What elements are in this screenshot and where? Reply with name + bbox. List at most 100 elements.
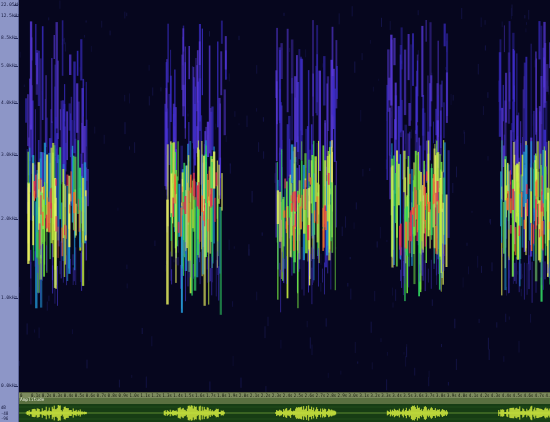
noise-mark (508, 316, 510, 320)
noise-mark (264, 326, 266, 339)
tail-mark (330, 251, 332, 290)
tail-mark (299, 240, 301, 269)
call-burst (498, 21, 550, 303)
harmonic-mark (512, 32, 515, 133)
tail-mark (402, 260, 404, 296)
harmonic-mark (64, 84, 66, 122)
peak-mark (325, 211, 327, 231)
energy-mark (324, 160, 327, 207)
harmonic-mark (538, 21, 541, 60)
harmonic-mark (412, 33, 414, 86)
peak-mark (541, 191, 543, 202)
noise-mark (71, 329, 73, 335)
waveform-canvas[interactable] (19, 404, 550, 422)
noise-mark (258, 142, 260, 152)
energy-mark (52, 152, 54, 258)
tail-mark (54, 269, 56, 304)
noise-mark (126, 264, 128, 269)
tail-mark (548, 267, 550, 278)
noise-mark (322, 63, 324, 68)
peak-mark (535, 199, 537, 230)
tail-mark (51, 243, 53, 281)
frequency-ruler[interactable]: 22.05kHz 12.5kHz 8.5kHz 5.0kHz 4.0kHz 3.0kHz 2… (0, 0, 23, 392)
harmonic-mark (507, 52, 510, 124)
peak-mark (192, 172, 195, 197)
peak-mark (291, 192, 294, 211)
noise-mark (229, 163, 231, 174)
noise-mark (90, 45, 92, 52)
noise-mark (450, 93, 452, 105)
tail-mark (401, 247, 403, 288)
tail-mark (73, 267, 75, 282)
tail-mark (66, 255, 67, 286)
peak-mark (174, 175, 176, 191)
noise-mark (520, 288, 522, 297)
noise-mark (386, 352, 388, 356)
noise-mark (503, 356, 505, 362)
noise-mark (209, 31, 210, 37)
tail-mark (399, 245, 401, 259)
noise-mark (369, 168, 371, 171)
frequency-tick (14, 386, 18, 387)
tail-mark (181, 268, 183, 278)
tail-mark (211, 261, 213, 283)
harmonic-mark (393, 37, 396, 66)
amplitude-unit-label: dB (1, 405, 6, 410)
peak-mark (510, 225, 512, 234)
harmonic-mark (290, 39, 294, 94)
spectrogram-canvas[interactable] (19, 0, 550, 392)
energy-mark (334, 185, 336, 291)
noise-mark (496, 322, 498, 328)
noise-mark (94, 126, 96, 134)
tail-mark (279, 262, 281, 277)
amplitude-waveform-panel[interactable] (19, 404, 550, 422)
harmonic-mark (335, 66, 338, 99)
noise-mark (370, 321, 372, 333)
noise-mark (148, 96, 150, 106)
tail-mark (286, 256, 287, 284)
energy-mark (528, 188, 531, 241)
harmonic-mark (388, 107, 391, 156)
tail-mark (531, 261, 533, 303)
noise-mark (85, 20, 87, 23)
energy-mark (533, 162, 535, 209)
noise-mark (126, 12, 128, 17)
tail-mark (404, 247, 406, 284)
noise-mark (311, 344, 313, 356)
noise-mark (405, 355, 407, 367)
noise-mark (349, 257, 351, 260)
harmonic-mark (69, 54, 72, 75)
harmonic-mark (443, 102, 445, 139)
tail-mark (183, 240, 185, 258)
harmonic-mark (82, 78, 84, 117)
tail-mark (177, 240, 179, 253)
waveform-burst (275, 405, 337, 421)
noise-mark (410, 129, 412, 139)
tail-mark (185, 260, 186, 302)
noise-mark (154, 240, 156, 246)
energy-mark (177, 141, 179, 181)
noise-mark (340, 370, 342, 375)
peak-mark (520, 192, 523, 218)
peak-mark (538, 229, 541, 238)
noise-mark (505, 313, 507, 323)
harmonic-mark (182, 84, 185, 107)
tail-mark (283, 257, 285, 283)
peak-mark (530, 223, 533, 251)
noise-mark (441, 344, 442, 348)
noise-mark (428, 370, 430, 378)
noise-mark (59, 0, 61, 9)
harmonic-mark (445, 72, 448, 123)
energy-mark (326, 156, 329, 222)
spectrogram-view[interactable] (19, 0, 550, 392)
harmonic-mark (503, 25, 505, 53)
tail-mark (322, 268, 323, 283)
noise-mark (484, 45, 486, 51)
peak-mark (64, 224, 66, 236)
peak-mark (70, 171, 72, 202)
peak-mark (416, 204, 418, 233)
tail-mark (189, 260, 191, 278)
tail-mark (180, 264, 181, 289)
peak-mark (184, 196, 187, 214)
harmonic-mark (80, 39, 83, 81)
